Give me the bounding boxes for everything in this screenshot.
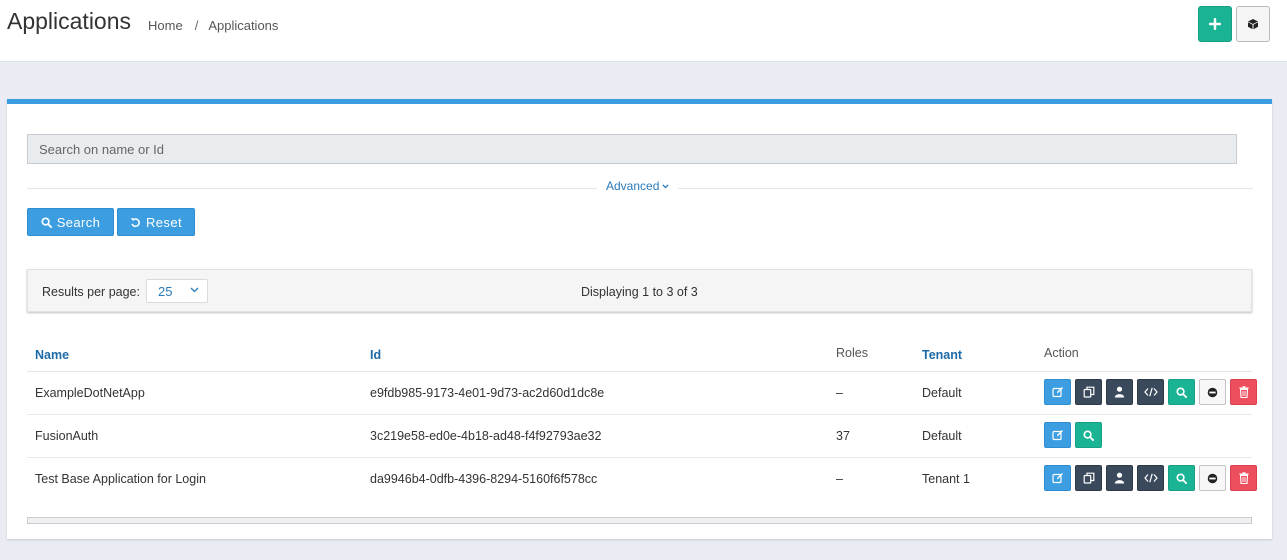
manage-roles-button[interactable] [1106, 465, 1133, 491]
search-button[interactable]: Search [27, 208, 114, 236]
column-header-tenant[interactable]: Tenant [922, 348, 962, 362]
deactivate-icon [1207, 473, 1218, 483]
breadcrumb-applications[interactable]: Applications [208, 18, 278, 33]
cube-icon [1248, 19, 1258, 30]
cell-tenant: Default [922, 429, 962, 443]
chevron-down-icon [190, 287, 199, 293]
search-icon [1176, 472, 1187, 484]
edit-button[interactable] [1044, 379, 1071, 405]
cell-roles: – [836, 386, 843, 400]
cell-name: FusionAuth [35, 429, 99, 443]
undo-icon [130, 217, 140, 227]
edit-icon [1051, 387, 1063, 398]
deactivate-button[interactable] [1199, 379, 1226, 405]
breadcrumb-separator: / [194, 18, 199, 33]
table-row: ExampleDotNetApp e9fdb985-9173-4e01-9d73… [27, 372, 1257, 415]
results-per-page-value: 25 [158, 283, 173, 299]
cell-tenant: Default [922, 386, 962, 400]
breadcrumb-home[interactable]: Home [148, 18, 183, 33]
horizontal-scrollbar[interactable] [27, 517, 1252, 524]
cube-button[interactable] [1236, 6, 1270, 42]
cell-tenant: Tenant 1 [922, 472, 970, 486]
trash-icon [1239, 472, 1248, 484]
reset-button[interactable]: Reset [117, 208, 195, 236]
column-header-id[interactable]: Id [370, 348, 381, 362]
cell-roles: 37 [836, 429, 850, 443]
breadcrumb: Home / Applications [148, 18, 278, 33]
code-icon [1143, 387, 1158, 397]
advanced-label: Advanced [606, 179, 660, 193]
cell-roles: – [836, 472, 843, 486]
user-icon [1114, 472, 1125, 484]
page-title: Applications [7, 8, 132, 34]
chevron-down-icon [662, 183, 670, 188]
cell-id: e9fdb985-9173-4e01-9d73-ac2d60d1dc8e [370, 386, 605, 400]
results-per-page-label: Results per page: [42, 285, 140, 299]
cell-id: da9946b4-0dfb-4396-8294-5160f6f578cc [370, 472, 598, 486]
row-actions [1044, 379, 1257, 405]
add-application-button[interactable] [1198, 6, 1232, 42]
deactivate-icon [1207, 387, 1218, 397]
search-input[interactable] [27, 134, 1237, 164]
column-header-roles: Roles [836, 346, 868, 360]
search-button-label: Search [56, 214, 101, 230]
top-bar: Applications Home / Applications [0, 0, 1287, 62]
edit-icon [1051, 473, 1063, 484]
edit-button[interactable] [1044, 465, 1071, 491]
view-button[interactable] [1075, 422, 1102, 448]
duplicate-button[interactable] [1075, 379, 1102, 405]
user-icon [1114, 386, 1125, 398]
duplicate-button[interactable] [1075, 465, 1102, 491]
results-per-page-select[interactable]: 25 [146, 279, 208, 303]
table-row: Test Base Application for Login da9946b4… [27, 458, 1257, 501]
cell-id: 3c219e58-ed0e-4b18-ad48-f4f92793ae32 [370, 429, 602, 443]
deactivate-button[interactable] [1199, 465, 1226, 491]
view-code-button[interactable] [1137, 465, 1164, 491]
search-icon [1176, 386, 1187, 398]
search-icon [1083, 429, 1094, 441]
row-actions [1044, 422, 1102, 448]
table-row: FusionAuth 3c219e58-ed0e-4b18-ad48-f4f92… [27, 415, 1252, 458]
cell-name: Test Base Application for Login [35, 472, 206, 486]
row-actions [1044, 465, 1257, 491]
delete-button[interactable] [1230, 465, 1257, 491]
edit-icon [1051, 430, 1063, 441]
view-code-button[interactable] [1137, 379, 1164, 405]
code-icon [1143, 473, 1158, 483]
results-bar: Results per page: 25 Displaying 1 to 3 o… [27, 269, 1252, 312]
reset-button-label: Reset [146, 214, 182, 230]
trash-icon [1239, 386, 1248, 398]
manage-roles-button[interactable] [1106, 379, 1133, 405]
plus-icon [1209, 18, 1221, 30]
cell-name: ExampleDotNetApp [35, 386, 145, 400]
advanced-toggle[interactable]: Advanced [597, 179, 679, 193]
copy-icon [1083, 472, 1094, 484]
search-icon [41, 216, 52, 228]
view-button[interactable] [1168, 465, 1195, 491]
applications-panel: Advanced Search Reset Results per page: … [7, 99, 1272, 539]
delete-button[interactable] [1230, 379, 1257, 405]
column-header-name[interactable]: Name [35, 348, 69, 362]
column-header-action: Action [1044, 346, 1079, 360]
displaying-count: Displaying 1 to 3 of 3 [581, 285, 698, 299]
copy-icon [1083, 386, 1094, 398]
edit-button[interactable] [1044, 422, 1071, 448]
view-button[interactable] [1168, 379, 1195, 405]
